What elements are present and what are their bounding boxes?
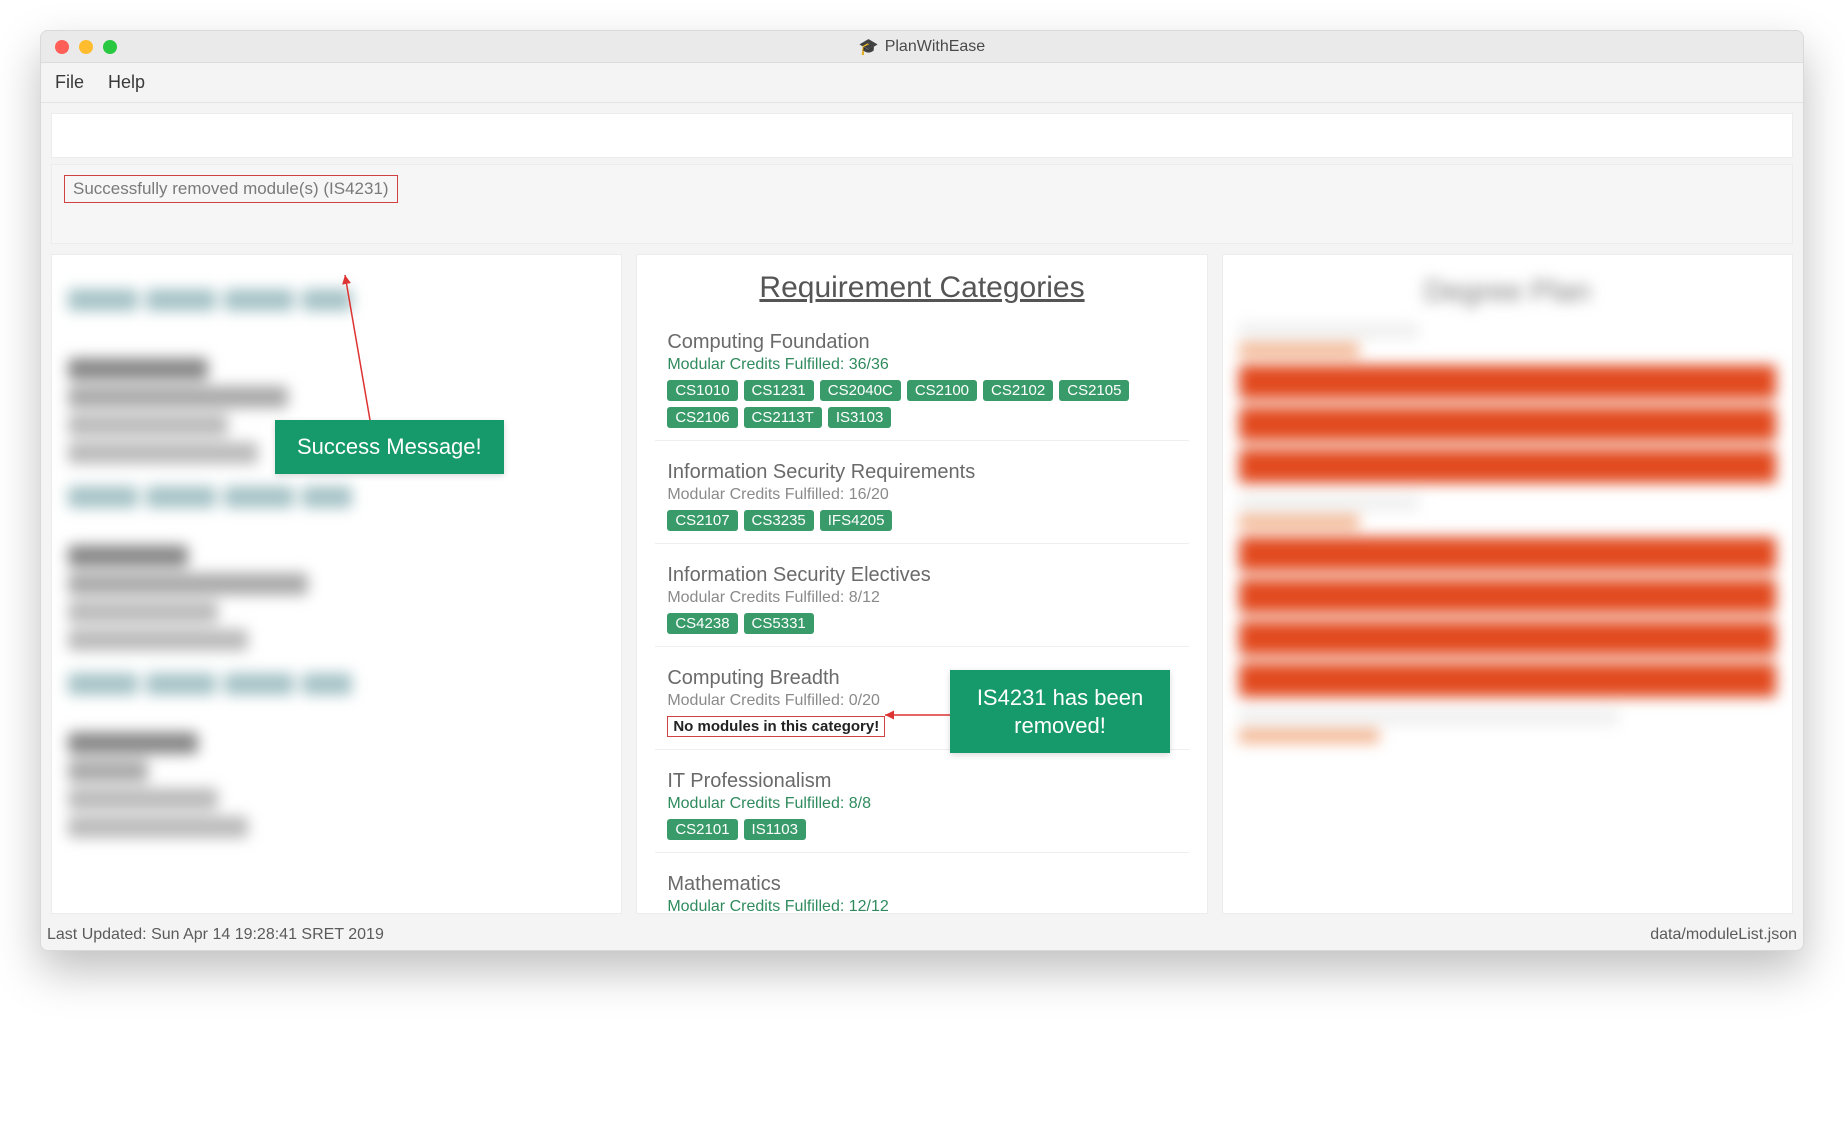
category-credits: Modular Credits Fulfilled: 16/20 (667, 486, 1176, 504)
module-chip-row: CS1010 CS1231 CS2040C CS2100 CS2102 CS2105 CS2… (667, 380, 1176, 428)
module-chip[interactable]: IFS4205 (820, 510, 893, 531)
main-columns: Requirement Categories Computing Foundat… (41, 254, 1803, 922)
status-data-path: data/moduleList.json (1650, 926, 1797, 944)
degree-plan-panel: Degree Plan (1222, 254, 1793, 914)
status-last-updated: Last Updated: Sun Apr 14 19:28:41 SRET 2… (47, 926, 384, 944)
module-chip-row: CS2101 IS1103 (667, 819, 1176, 840)
graduation-cap-icon: 🎓 (859, 37, 879, 57)
titlebar: 🎓 PlanWithEase (41, 31, 1803, 63)
module-chip[interactable]: CS2101 (667, 819, 737, 840)
module-chip-row: CS4238 CS5331 (667, 613, 1176, 634)
requirement-category: Mathematics Modular Credits Fulfilled: 12… (655, 863, 1188, 913)
window-title: PlanWithEase (885, 38, 986, 56)
module-chip[interactable]: CS2113T (744, 407, 822, 428)
module-chip[interactable]: CS1231 (744, 380, 814, 401)
module-chip[interactable]: CS2105 (1059, 380, 1129, 401)
category-credits: Modular Credits Fulfilled: 36/36 (667, 356, 1176, 374)
category-name: IT Professionalism (667, 770, 1176, 793)
menu-file[interactable]: File (55, 72, 84, 93)
module-chip[interactable]: IS3103 (828, 407, 892, 428)
requirements-title: Requirement Categories (637, 255, 1206, 317)
message-area: Successfully removed module(s) (IS4231) (51, 164, 1793, 244)
callout-removed: IS4231 has been removed! (950, 670, 1170, 753)
command-input[interactable] (51, 113, 1793, 158)
requirements-panel: Requirement Categories Computing Foundat… (636, 254, 1207, 914)
window-title-wrap: 🎓 PlanWithEase (41, 37, 1803, 57)
requirement-category: Computing Foundation Modular Credits Fulf… (655, 321, 1188, 441)
callout-success-message: Success Message! (275, 420, 504, 474)
module-chip[interactable]: CS5331 (744, 613, 814, 634)
status-bar: Last Updated: Sun Apr 14 19:28:41 SRET 2… (41, 922, 1803, 950)
module-chip-row: CS2107 CS3235 IFS4205 (667, 510, 1176, 531)
requirement-category: Information Security Electives Modular Cr… (655, 554, 1188, 647)
module-chip[interactable]: CS2040C (820, 380, 901, 401)
menubar: File Help (41, 63, 1803, 103)
module-chip[interactable]: CS1010 (667, 380, 737, 401)
category-credits: Modular Credits Fulfilled: 12/12 (667, 898, 1176, 913)
module-chip[interactable]: CS4238 (667, 613, 737, 634)
menu-help[interactable]: Help (108, 72, 145, 93)
category-name: Mathematics (667, 873, 1176, 896)
category-credits: Modular Credits Fulfilled: 8/8 (667, 795, 1176, 813)
app-window: 🎓 PlanWithEase File Help Successfully re… (40, 30, 1804, 951)
module-list-panel (51, 254, 622, 914)
module-chip[interactable]: IS1103 (744, 819, 806, 840)
module-chip[interactable]: CS2106 (667, 407, 737, 428)
category-name: Information Security Requirements (667, 461, 1176, 484)
category-name: Information Security Electives (667, 564, 1176, 587)
module-chip[interactable]: CS2107 (667, 510, 737, 531)
module-chip[interactable]: CS2100 (907, 380, 977, 401)
category-name: Computing Foundation (667, 331, 1176, 354)
success-message: Successfully removed module(s) (IS4231) (64, 175, 398, 203)
category-credits: Modular Credits Fulfilled: 8/12 (667, 589, 1176, 607)
empty-category-label: No modules in this category! (667, 716, 885, 737)
requirement-category: Information Security Requirements Modular… (655, 451, 1188, 544)
module-chip[interactable]: CS3235 (744, 510, 814, 531)
requirements-scroll[interactable]: Computing Foundation Modular Credits Fulf… (637, 317, 1206, 913)
degree-plan-title: Degree Plan (1239, 275, 1776, 309)
requirement-category: IT Professionalism Modular Credits Fulfil… (655, 760, 1188, 853)
module-chip[interactable]: CS2102 (983, 380, 1053, 401)
